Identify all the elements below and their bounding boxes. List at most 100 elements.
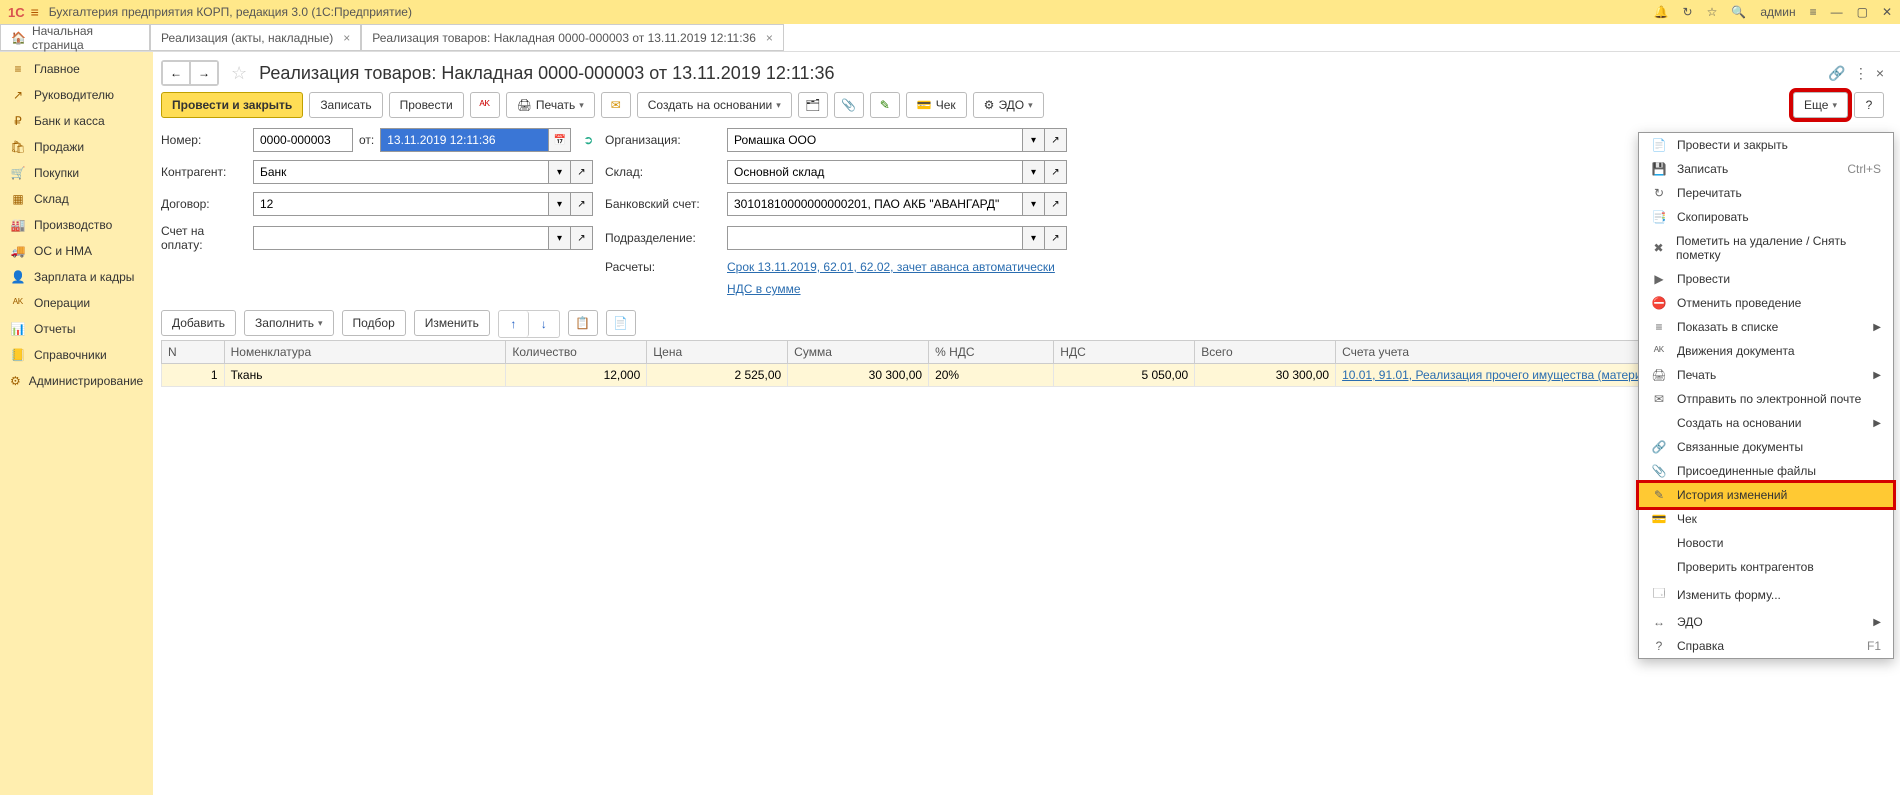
tab-home[interactable]: 🏠 Начальная страница — [0, 24, 150, 51]
sidebar-item-10[interactable]: 📊Отчеты — [0, 316, 153, 342]
dropdown-icon[interactable]: ▾ — [1023, 160, 1045, 184]
user-name[interactable]: админ — [1760, 5, 1795, 19]
dropdown-icon[interactable]: ▾ — [549, 192, 571, 216]
cheque-button[interactable]: 💳 Чек — [906, 92, 967, 118]
more-button[interactable]: Еще ▾ — [1793, 92, 1848, 118]
search-icon[interactable]: 🔍 — [1731, 5, 1746, 19]
sidebar-item-0[interactable]: ≡Главное — [0, 56, 153, 82]
warehouse-field[interactable] — [727, 160, 1023, 184]
cell[interactable]: 2 525,00 — [647, 364, 788, 387]
cell[interactable]: 30 300,00 — [788, 364, 929, 387]
open-icon[interactable]: ↗ — [1045, 160, 1067, 184]
org-field[interactable] — [727, 128, 1023, 152]
edit-button[interactable]: Изменить — [414, 310, 490, 336]
calc-link[interactable]: Срок 13.11.2019, 62.01, 62.02, зачет ава… — [727, 260, 1055, 274]
pick-button[interactable]: Подбор — [342, 310, 406, 336]
dropdown-item-20[interactable]: ?СправкаF1 — [1639, 634, 1893, 658]
column-header[interactable]: Количество — [506, 341, 647, 364]
attach-button[interactable]: 📎 — [834, 92, 864, 118]
cell[interactable]: 30 300,00 — [1195, 364, 1336, 387]
dropdown-icon[interactable]: ▾ — [1023, 226, 1045, 250]
sidebar-item-12[interactable]: ⚙Администрирование — [0, 368, 153, 394]
dropdown-icon[interactable]: ▾ — [549, 160, 571, 184]
cell[interactable]: 20% — [929, 364, 1054, 387]
counterparty-field[interactable] — [253, 160, 549, 184]
dropdown-item-0[interactable]: 📄Провести и закрыть — [1639, 133, 1893, 157]
tab-document[interactable]: Реализация товаров: Накладная 0000-00000… — [361, 24, 784, 51]
date-field[interactable] — [380, 128, 549, 152]
dropdown-icon[interactable]: ▾ — [1023, 192, 1045, 216]
accounts-link[interactable]: 10.01, 91.01, Реализация прочего имущест… — [1342, 368, 1651, 382]
dropdown-item-1[interactable]: 💾ЗаписатьCtrl+S — [1639, 157, 1893, 181]
open-icon[interactable]: ↗ — [1045, 226, 1067, 250]
hamburger-icon[interactable]: ≡ — [31, 4, 39, 20]
settings-icon[interactable]: ≡ — [1810, 5, 1817, 19]
close-doc-icon[interactable]: × — [1876, 65, 1884, 82]
history-icon[interactable]: ↻ — [1683, 5, 1693, 19]
column-header[interactable]: Всего — [1195, 341, 1336, 364]
subdiv-field[interactable] — [727, 226, 1023, 250]
tab-realizations-list[interactable]: Реализация (акты, накладные) × — [150, 24, 361, 51]
sidebar-item-1[interactable]: ↗Руководителю — [0, 82, 153, 108]
save-button[interactable]: Записать — [309, 92, 382, 118]
star-icon[interactable]: ☆ — [1707, 5, 1718, 19]
email-button[interactable]: ✉ — [601, 92, 631, 118]
copy-button[interactable]: 📋 — [568, 310, 598, 336]
dropdown-item-12[interactable]: 🔗Связанные документы — [1639, 435, 1893, 459]
post-button[interactable]: Провести — [389, 92, 464, 118]
nav-back-button[interactable]: ← — [162, 61, 190, 85]
maximize-icon[interactable]: ▢ — [1857, 5, 1868, 19]
calendar-icon[interactable]: 📅 — [549, 128, 571, 152]
fill-button[interactable]: Заполнить ▾ — [244, 310, 333, 336]
dropdown-item-10[interactable]: ✉Отправить по электронной почте — [1639, 387, 1893, 411]
dropdown-item-2[interactable]: ↻Перечитать — [1639, 181, 1893, 205]
edo-button[interactable]: ⚙ ЭДО ▾ — [973, 92, 1044, 118]
kebab-icon[interactable]: ⋮ — [1854, 65, 1868, 82]
favorite-star-icon[interactable]: ☆ — [231, 63, 247, 84]
column-header[interactable]: N — [162, 341, 225, 364]
add-row-button[interactable]: Добавить — [161, 310, 236, 336]
contract-field[interactable] — [253, 192, 549, 216]
number-field[interactable] — [253, 128, 353, 152]
open-icon[interactable]: ↗ — [1045, 128, 1067, 152]
sidebar-item-4[interactable]: 🛒Покупки — [0, 160, 153, 186]
paste-button[interactable]: 📄 — [606, 310, 636, 336]
dropdown-item-6[interactable]: ⛔Отменить проведение — [1639, 291, 1893, 315]
bankacc-field[interactable] — [727, 192, 1023, 216]
move-up-button[interactable]: ↑ — [499, 311, 529, 337]
dropdown-icon[interactable]: ▾ — [1023, 128, 1045, 152]
open-icon[interactable]: ↗ — [571, 226, 593, 250]
invoice-field[interactable] — [253, 226, 549, 250]
sidebar-item-8[interactable]: 👤Зарплата и кадры — [0, 264, 153, 290]
dropdown-item-17[interactable]: Проверить контрагентов — [1639, 555, 1893, 579]
dropdown-item-14[interactable]: ✎История изменений — [1639, 483, 1893, 507]
cell[interactable]: Ткань — [224, 364, 506, 387]
bell-icon[interactable]: 🔔 — [1654, 5, 1669, 19]
sidebar-item-6[interactable]: 🏭Производство — [0, 212, 153, 238]
sidebar-item-7[interactable]: 🚚ОС и НМА — [0, 238, 153, 264]
dropdown-item-4[interactable]: ✖Пометить на удаление / Снять пометку — [1639, 229, 1893, 267]
date-forward-icon[interactable]: ➲ — [583, 133, 593, 147]
dropdown-item-5[interactable]: ▶Провести — [1639, 267, 1893, 291]
sidebar-item-9[interactable]: ᴬᴷОперации — [0, 290, 153, 316]
column-header[interactable]: % НДС — [929, 341, 1054, 364]
open-icon[interactable]: ↗ — [571, 192, 593, 216]
link-icon[interactable]: 🔗 — [1828, 65, 1845, 82]
dropdown-item-3[interactable]: 📑Скопировать — [1639, 205, 1893, 229]
column-header[interactable]: Номенклатура — [224, 341, 506, 364]
column-header[interactable]: Сумма — [788, 341, 929, 364]
close-icon[interactable]: × — [766, 31, 773, 45]
related-docs-button[interactable]: 🗂 — [798, 92, 828, 118]
table-row[interactable]: 1Ткань12,0002 525,0030 300,0020%5 050,00… — [162, 364, 1884, 387]
cell[interactable]: 5 050,00 — [1054, 364, 1195, 387]
sidebar-item-3[interactable]: 🛍Продажи — [0, 134, 153, 160]
cell[interactable]: 12,000 — [506, 364, 647, 387]
dropdown-icon[interactable]: ▾ — [549, 226, 571, 250]
sidebar-item-5[interactable]: ▦Склад — [0, 186, 153, 212]
dropdown-item-18[interactable]: 🗔Изменить форму... — [1639, 579, 1893, 610]
history-button[interactable]: ✎ — [870, 92, 900, 118]
dropdown-item-8[interactable]: ᴬᴷДвижения документа — [1639, 339, 1893, 363]
vat-link[interactable]: НДС в сумме — [727, 282, 801, 296]
column-header[interactable]: НДС — [1054, 341, 1195, 364]
post-and-close-button[interactable]: Провести и закрыть — [161, 92, 303, 118]
